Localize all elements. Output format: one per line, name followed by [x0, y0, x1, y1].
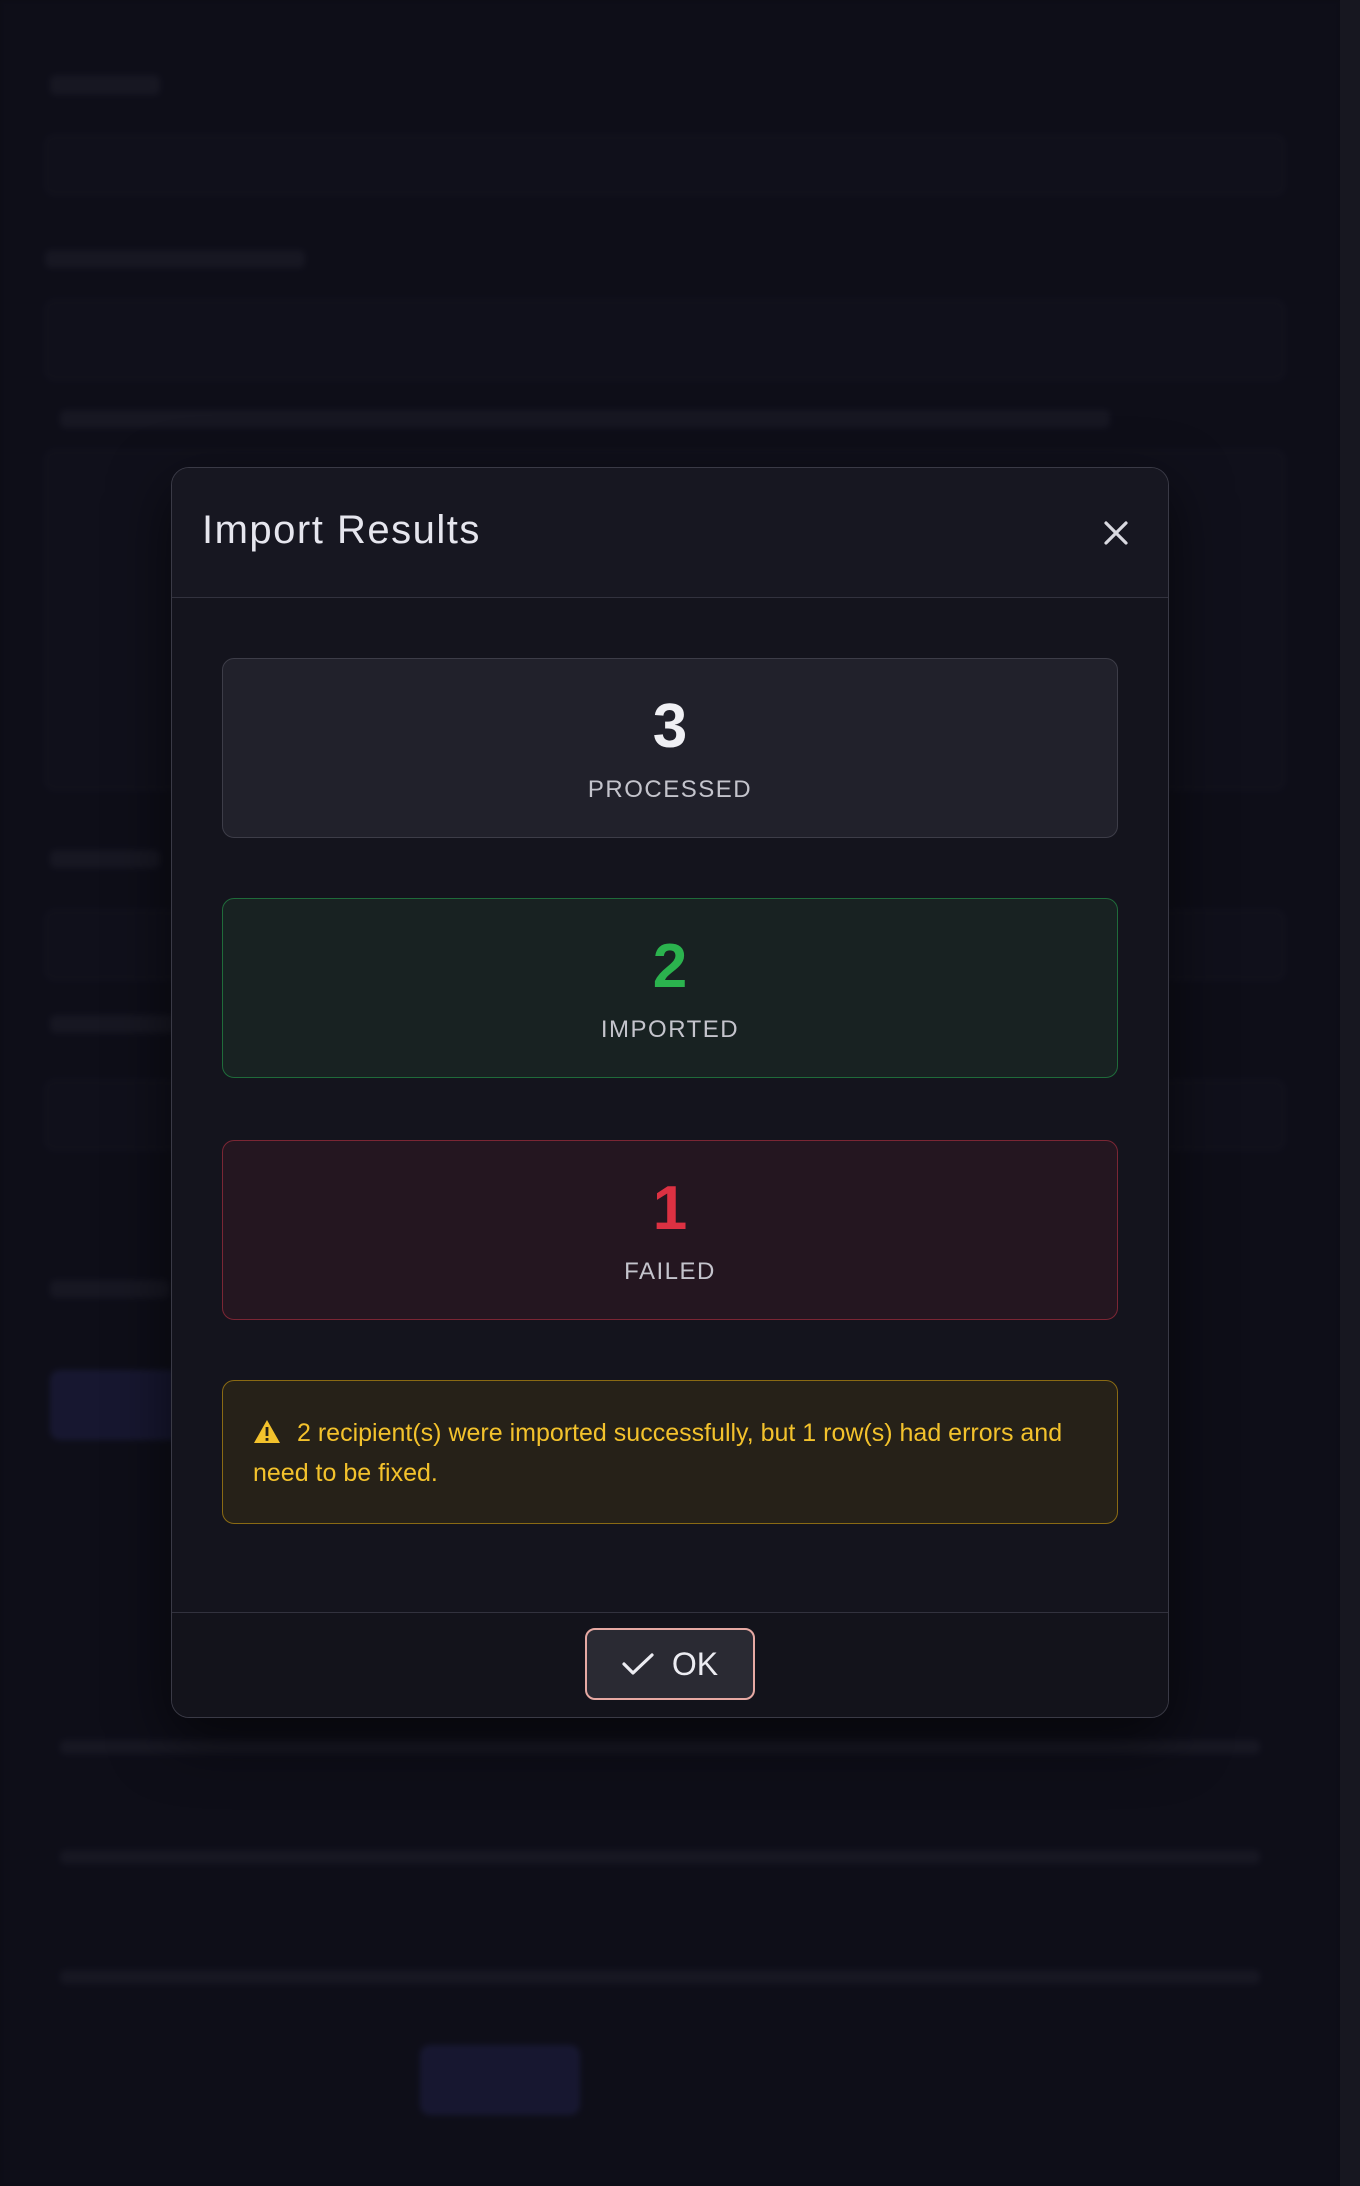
ok-button[interactable]: OK — [585, 1628, 755, 1700]
close-button[interactable] — [1092, 509, 1140, 557]
warning-text: 2 recipient(s) were imported successfull… — [253, 1419, 1063, 1487]
imported-count: 2 — [652, 932, 688, 1001]
modal-title: Import Results — [202, 508, 481, 552]
close-icon — [1104, 520, 1128, 545]
failed-count: 1 — [652, 1174, 688, 1243]
modal-header: Import Results — [172, 468, 1168, 598]
imported-label: IMPORTED — [600, 1016, 740, 1043]
modal-body: 3 PROCESSED 2 IMPORTED 1 FAILED 2 recipi… — [172, 598, 1168, 1613]
ok-button-label: OK — [671, 1645, 719, 1682]
import-warning-alert: 2 recipient(s) were imported successfull… — [222, 1380, 1118, 1524]
check-icon — [622, 1653, 654, 1675]
failed-label: FAILED — [624, 1258, 716, 1285]
warning-icon — [254, 1420, 280, 1443]
processed-label: PROCESSED — [587, 776, 753, 803]
stat-card-processed: 3 PROCESSED — [222, 658, 1118, 838]
processed-count: 3 — [652, 692, 688, 761]
modal-footer: OK — [172, 1613, 1168, 1717]
import-results-modal: Import Results 3 PROCESSED 2 IMPORTED 1 … — [171, 467, 1169, 1718]
stat-card-imported: 2 IMPORTED — [222, 898, 1118, 1078]
stat-card-failed: 1 FAILED — [222, 1140, 1118, 1320]
